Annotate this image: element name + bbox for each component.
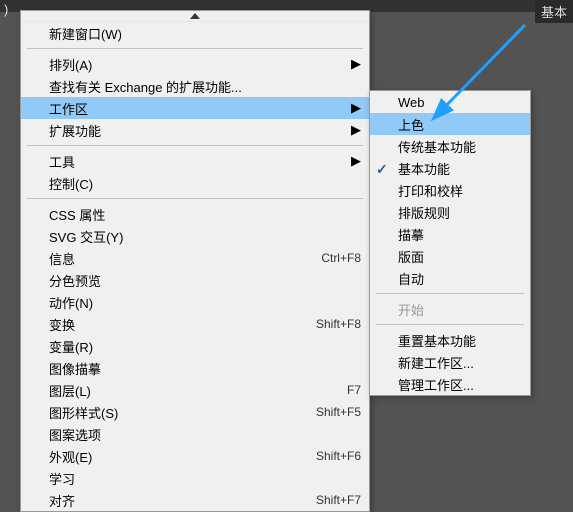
menu-shortcut: Shift+F7	[316, 493, 361, 507]
workspace-web[interactable]: Web	[370, 91, 530, 113]
menu-item-label: 动作(N)	[49, 293, 361, 312]
menu-item-label: 信息	[49, 249, 311, 268]
menubar-fragment: )	[0, 0, 12, 19]
menu-item-label: CSS 属性	[49, 205, 361, 224]
workspace-tracing[interactable]: 描摹	[370, 223, 530, 245]
menu-item-label: 排列(A)	[49, 55, 345, 74]
menu-item-label: 版面	[398, 247, 522, 266]
menu-item-label: 基本功能	[398, 159, 522, 178]
menu-item-label: 外观(E)	[49, 447, 306, 466]
menu-find-exchange[interactable]: 查找有关 Exchange 的扩展功能...	[21, 75, 369, 97]
menu-separator	[376, 293, 524, 294]
menu-item-label: 描摹	[398, 225, 522, 244]
workspace-new[interactable]: 新建工作区...	[370, 351, 530, 373]
workspace-painting[interactable]: 上色	[370, 113, 530, 135]
workspace-submenu: Web 上色 传统基本功能 ✓ 基本功能 打印和校样 排版规则 描摹 版面 自动…	[369, 90, 531, 396]
menu-item-label: 排版规则	[398, 203, 522, 222]
menu-item-label: 控制(C)	[49, 174, 361, 193]
menu-item-label: 图案选项	[49, 425, 361, 444]
menu-item-label: 自动	[398, 269, 522, 288]
menu-item-label: Web	[398, 95, 522, 110]
workspace-essentials-classic[interactable]: 传统基本功能	[370, 135, 530, 157]
menu-control[interactable]: 控制(C)	[21, 172, 369, 194]
menu-graphic-styles[interactable]: 图形样式(S) Shift+F5	[21, 401, 369, 423]
menu-extensions[interactable]: 扩展功能 ▶	[21, 119, 369, 141]
workspace-label: 基本	[535, 0, 573, 23]
menu-item-label: 打印和校样	[398, 181, 522, 200]
menu-item-label: SVG 交互(Y)	[49, 227, 361, 246]
menu-item-label: 开始	[398, 300, 522, 319]
menu-item-label: 重置基本功能	[398, 331, 522, 350]
menu-workspace[interactable]: 工作区 ▶	[21, 97, 369, 119]
workspace-automation[interactable]: 自动	[370, 267, 530, 289]
submenu-arrow-icon: ▶	[351, 153, 361, 169]
workspace-start: 开始	[370, 298, 530, 320]
menu-item-label: 查找有关 Exchange 的扩展功能...	[49, 77, 361, 96]
menu-item-label: 分色预览	[49, 271, 361, 290]
menu-learn[interactable]: 学习	[21, 467, 369, 489]
menu-item-label: 图像描摹	[49, 359, 361, 378]
menu-item-label: 扩展功能	[49, 121, 345, 140]
menu-item-label: 管理工作区...	[398, 375, 522, 394]
menu-shortcut: F7	[347, 383, 361, 397]
menu-css-properties[interactable]: CSS 属性	[21, 203, 369, 225]
menu-item-label: 传统基本功能	[398, 137, 522, 156]
menu-item-label: 工作区	[49, 99, 345, 118]
menu-item-label: 上色	[398, 115, 522, 134]
menu-item-label: 学习	[49, 469, 361, 488]
menu-separations-preview[interactable]: 分色预览	[21, 269, 369, 291]
menu-variables[interactable]: 变量(R)	[21, 335, 369, 357]
menu-tools[interactable]: 工具 ▶	[21, 150, 369, 172]
menu-image-trace[interactable]: 图像描摹	[21, 357, 369, 379]
menu-item-label: 变量(R)	[49, 337, 361, 356]
menu-new-window[interactable]: 新建窗口(W)	[21, 22, 369, 44]
menu-shortcut: Shift+F8	[316, 317, 361, 331]
chevron-up-icon	[190, 13, 200, 19]
submenu-arrow-icon: ▶	[351, 56, 361, 72]
menu-separator	[27, 145, 363, 146]
menu-arrange[interactable]: 排列(A) ▶	[21, 53, 369, 75]
menu-transform[interactable]: 变换 Shift+F8	[21, 313, 369, 335]
submenu-arrow-icon: ▶	[351, 100, 361, 116]
menu-shortcut: Shift+F5	[316, 405, 361, 419]
workspace-print-proof[interactable]: 打印和校样	[370, 179, 530, 201]
menu-svg-interactivity[interactable]: SVG 交互(Y)	[21, 225, 369, 247]
menu-item-label: 图层(L)	[49, 381, 337, 400]
menu-info[interactable]: 信息 Ctrl+F8	[21, 247, 369, 269]
menu-item-label: 工具	[49, 152, 345, 171]
menu-actions[interactable]: 动作(N)	[21, 291, 369, 313]
workspace-layout[interactable]: 版面	[370, 245, 530, 267]
workspace-manage[interactable]: 管理工作区...	[370, 373, 530, 395]
submenu-arrow-icon: ▶	[351, 122, 361, 138]
menu-separator	[27, 48, 363, 49]
menu-item-label: 变换	[49, 315, 306, 334]
menu-separator	[27, 198, 363, 199]
workspace-typography[interactable]: 排版规则	[370, 201, 530, 223]
workspace-essentials[interactable]: ✓ 基本功能	[370, 157, 530, 179]
menu-item-label: 新建窗口(W)	[49, 24, 361, 43]
menu-pattern-options[interactable]: 图案选项	[21, 423, 369, 445]
workspace-reset[interactable]: 重置基本功能	[370, 329, 530, 351]
menu-layers[interactable]: 图层(L) F7	[21, 379, 369, 401]
window-menu: 新建窗口(W) 排列(A) ▶ 查找有关 Exchange 的扩展功能... 工…	[20, 10, 370, 512]
menu-shortcut: Ctrl+F8	[321, 251, 361, 265]
menu-separator	[376, 324, 524, 325]
menu-shortcut: Shift+F6	[316, 449, 361, 463]
menu-item-label: 图形样式(S)	[49, 403, 306, 422]
menu-item-label: 新建工作区...	[398, 353, 522, 372]
checkmark-icon: ✓	[376, 161, 388, 178]
menu-scroll-up[interactable]	[21, 11, 369, 22]
menu-item-label: 对齐	[49, 491, 306, 510]
menu-appearance[interactable]: 外观(E) Shift+F6	[21, 445, 369, 467]
